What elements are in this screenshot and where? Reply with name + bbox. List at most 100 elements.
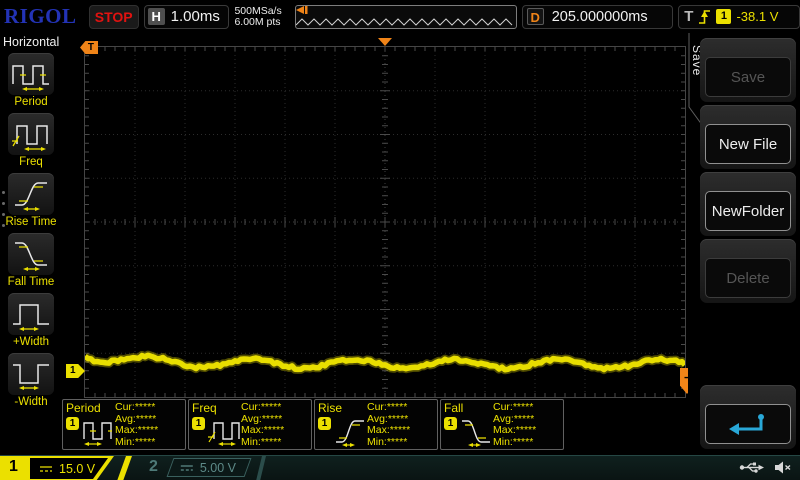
- trigger-offscreen-marker-icon: [296, 6, 308, 14]
- channel1-waveform: [85, 47, 685, 397]
- menu-item-label: -Width: [14, 396, 47, 408]
- channel2-status[interactable]: 2 5.00 V: [140, 456, 272, 480]
- new-file-button[interactable]: New File: [700, 105, 796, 169]
- menu-item-fall-time[interactable]: Fall Time: [0, 233, 62, 288]
- status-icons: [739, 460, 792, 475]
- stat-value: *****: [387, 436, 407, 448]
- delay-value: 205.000000ms: [552, 9, 648, 25]
- top-status-bar: RIGOL STOP H 1.00ms 500MSa/s 6.00M pts D…: [0, 0, 800, 33]
- measurement-channel-badge: 1: [318, 417, 331, 430]
- measurement-channel-badge: 1: [66, 417, 79, 430]
- menu-item-freq[interactable]: Freq: [0, 113, 62, 168]
- delete-button[interactable]: Delete: [700, 239, 796, 303]
- stat-value: *****: [516, 424, 536, 436]
- trigger-position-marker-icon[interactable]: [378, 38, 392, 46]
- rise-time-icon: [11, 176, 51, 212]
- delay-block[interactable]: D 205.000000ms: [522, 5, 674, 29]
- run-state-indicator[interactable]: STOP: [89, 5, 139, 29]
- delay-label: D: [527, 8, 544, 25]
- rigol-logo: RIGOL: [4, 4, 84, 29]
- back-button[interactable]: [700, 385, 796, 449]
- fall-time-icon: [460, 415, 492, 447]
- plus-width-icon: [11, 296, 51, 332]
- measurement-name: Rise: [318, 401, 342, 415]
- timebase-block[interactable]: H 1.00ms: [144, 5, 230, 29]
- stat-value: *****: [514, 413, 534, 425]
- channel2-slash: [256, 456, 266, 480]
- sample-rate: 500MSa/s: [234, 6, 290, 17]
- measurement-panel-period[interactable]: Period 1 Cur:***** Avg:***** Max:***** M…: [62, 399, 186, 450]
- measurement-channel-badge: 1: [192, 417, 205, 430]
- menu-item-nwidth[interactable]: -Width: [0, 353, 62, 408]
- measurement-panel-rise[interactable]: Rise 1 Cur:***** Avg:***** Max:***** Min…: [314, 399, 438, 450]
- return-arrow-icon: [726, 411, 770, 437]
- period-icon: [82, 415, 114, 447]
- channel1-slash: [117, 456, 132, 480]
- stat-value: *****: [138, 424, 158, 436]
- stat-value: *****: [390, 424, 410, 436]
- dc-coupling-icon: [180, 463, 194, 473]
- channel1-level-marker-icon[interactable]: 1: [66, 364, 85, 378]
- stat-value: *****: [136, 413, 156, 425]
- save-menu-sidebar: Save Save New File NewFolder Delete: [688, 33, 800, 455]
- trigger-label: T: [684, 8, 693, 25]
- menu-page-dots: [2, 191, 5, 227]
- trigger-block[interactable]: T 1 -38.1 V: [678, 5, 800, 29]
- stat-value: *****: [513, 436, 533, 448]
- stat-value: *****: [261, 436, 281, 448]
- minus-width-icon: [11, 356, 51, 392]
- menu-item-label: Freq: [19, 156, 43, 168]
- menu-item-label: +Width: [13, 336, 49, 348]
- channel1-status[interactable]: 1 15.0 V: [0, 456, 132, 480]
- trigger-level-value: -38.1 V: [736, 9, 778, 24]
- rising-edge-icon: [698, 8, 711, 25]
- waveform-display-area[interactable]: T 1 T: [62, 33, 688, 455]
- stat-value: *****: [387, 401, 407, 413]
- usb-icon: [739, 460, 765, 475]
- menu-item-label: Period: [14, 96, 47, 108]
- trigger-source-badge: 1: [716, 9, 731, 24]
- save-button[interactable]: Save: [700, 38, 796, 102]
- graticule: [84, 46, 686, 398]
- menu-item-pwidth[interactable]: +Width: [0, 293, 62, 348]
- menu-item-rise-time[interactable]: Rise Time: [0, 173, 62, 228]
- channel1-scale: 15.0 V: [59, 462, 95, 476]
- stat-value: *****: [262, 413, 282, 425]
- period-icon: [11, 56, 51, 92]
- trigger-time-flag-icon[interactable]: T: [80, 41, 98, 54]
- rise-time-icon: [334, 415, 366, 447]
- stat-value: *****: [261, 401, 281, 413]
- menu-item-label: Rise Time: [5, 216, 56, 228]
- timebase-value: 1.00ms: [171, 8, 220, 25]
- channel2-scale: 5.00 V: [200, 461, 236, 475]
- speaker-muted-icon: [773, 460, 792, 475]
- measure-category-title: Horizontal: [0, 33, 62, 53]
- menu-item-period[interactable]: Period: [0, 53, 62, 108]
- channel-status-bar: 1 15.0 V 2 5.00 V: [0, 455, 800, 480]
- freq-icon: [208, 415, 240, 447]
- timebase-label: H: [148, 8, 165, 25]
- oscilloscope-screen: RIGOL STOP H 1.00ms 500MSa/s 6.00M pts D…: [0, 0, 800, 480]
- stat-value: *****: [135, 401, 155, 413]
- dc-coupling-icon: [39, 464, 53, 474]
- menu-item-label: Fall Time: [8, 276, 55, 288]
- preview-waveform: [296, 6, 516, 28]
- stat-value: *****: [388, 413, 408, 425]
- acquisition-info: 500MSa/s 6.00M pts: [234, 6, 290, 28]
- measurement-readout-strip: Period 1 Cur:***** Avg:***** Max:***** M…: [62, 399, 564, 450]
- measure-menu-sidebar: Horizontal Period Freq: [0, 33, 62, 455]
- freq-icon: [11, 116, 51, 152]
- measurement-panel-fall[interactable]: Fall 1 Cur:***** Avg:***** Max:***** Min…: [440, 399, 564, 450]
- stat-value: *****: [264, 424, 284, 436]
- waveform-position-preview[interactable]: [295, 5, 516, 29]
- stat-value: *****: [135, 436, 155, 448]
- measurement-channel-badge: 1: [444, 417, 457, 430]
- channel1-number: 1: [9, 458, 18, 476]
- stat-value: *****: [513, 401, 533, 413]
- fall-time-icon: [11, 236, 51, 272]
- new-folder-button[interactable]: NewFolder: [700, 172, 796, 236]
- channel2-number: 2: [149, 458, 158, 476]
- memory-depth: 6.00M pts: [234, 17, 290, 28]
- measurement-name: Freq: [192, 401, 217, 415]
- measurement-panel-freq[interactable]: Freq 1 Cur:***** Avg:***** Max:***** Min…: [188, 399, 312, 450]
